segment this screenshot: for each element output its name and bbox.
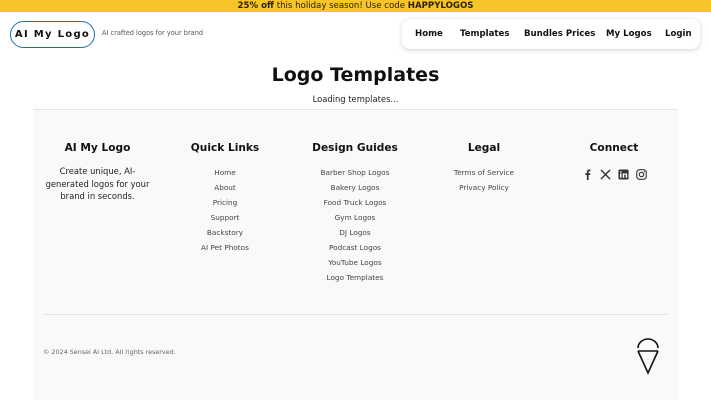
footer-link-barber-shop-logos[interactable]: Barber Shop Logos xyxy=(300,165,410,180)
footer-quick-links: Quick Links Home About Pricing Support B… xyxy=(175,142,275,255)
footer-link-logo-templates[interactable]: Logo Templates xyxy=(300,270,410,285)
footer-link-terms[interactable]: Terms of Service xyxy=(439,165,529,180)
linkedin-icon[interactable] xyxy=(617,165,629,180)
footer-link-pricing[interactable]: Pricing xyxy=(175,195,275,210)
instagram-icon[interactable] xyxy=(635,165,647,180)
site-tagline: AI crafted logos for your brand xyxy=(102,29,204,37)
footer-link-about[interactable]: About xyxy=(175,180,275,195)
social-icons xyxy=(573,165,655,180)
footer-link-bakery-logos[interactable]: Bakery Logos xyxy=(300,180,410,195)
promo-code: HAPPYLOGOS xyxy=(407,1,474,11)
footer-design-guides: Design Guides Barber Shop Logos Bakery L… xyxy=(300,142,410,285)
footer-brand-title: AI My Logo xyxy=(64,142,131,154)
site-logo[interactable]: AI My Logo xyxy=(10,21,95,48)
nav-home[interactable]: Home xyxy=(415,19,443,49)
nav-login[interactable]: Login xyxy=(665,19,692,49)
footer-link-dj-logos[interactable]: DJ Logos xyxy=(300,225,410,240)
footer-brand-description: Create unique, AI-generated logos for yo… xyxy=(45,166,150,201)
footer-link-ai-pet-photos[interactable]: AI Pet Photos xyxy=(175,240,275,255)
promo-banner: 25% off this holiday season! Use code HA… xyxy=(0,0,711,12)
footer-connect-title: Connect xyxy=(589,142,639,154)
footer-link-gym-logos[interactable]: Gym Logos xyxy=(300,210,410,225)
promo-text: this holiday season! Use code xyxy=(273,1,408,11)
x-icon[interactable] xyxy=(599,165,611,180)
footer-link-food-truck-logos[interactable]: Food Truck Logos xyxy=(300,195,410,210)
footer-design-guides-title: Design Guides xyxy=(312,142,398,154)
footer-legal: Legal Terms of Service Privacy Policy xyxy=(439,142,529,195)
footer-quick-links-title: Quick Links xyxy=(190,142,260,154)
footer-link-support[interactable]: Support xyxy=(175,210,275,225)
footer-link-backstory[interactable]: Backstory xyxy=(175,225,275,240)
footer-brand-mark-icon xyxy=(636,337,660,375)
nav-bundles-prices[interactable]: Bundles Prices xyxy=(524,19,595,49)
footer-link-youtube-logos[interactable]: YouTube Logos xyxy=(300,255,410,270)
page-title: Logo Templates xyxy=(271,64,440,86)
footer-link-privacy[interactable]: Privacy Policy xyxy=(439,180,529,195)
footer-link-home[interactable]: Home xyxy=(175,165,275,180)
promo-highlight: 25% off xyxy=(237,1,274,11)
footer-connect: Connect xyxy=(573,142,655,180)
nav-templates[interactable]: Templates xyxy=(460,19,509,49)
facebook-icon[interactable] xyxy=(582,165,593,180)
footer-brand: AI My Logo Create unique, AI-generated l… xyxy=(35,142,160,203)
footer-divider xyxy=(43,314,668,315)
copyright-text: © 2024 Sensei AI Ltd. All rights reserve… xyxy=(43,348,176,356)
footer-legal-title: Legal xyxy=(467,142,501,154)
main-nav: Home Templates Bundles Prices My Logos L… xyxy=(402,19,700,49)
site-footer: AI My Logo Create unique, AI-generated l… xyxy=(33,109,678,400)
loading-text: Loading templates... xyxy=(312,94,399,104)
footer-link-podcast-logos[interactable]: Podcast Logos xyxy=(300,240,410,255)
site-header: AI My Logo AI crafted logos for your bra… xyxy=(0,12,711,58)
nav-my-logos[interactable]: My Logos xyxy=(606,19,652,49)
